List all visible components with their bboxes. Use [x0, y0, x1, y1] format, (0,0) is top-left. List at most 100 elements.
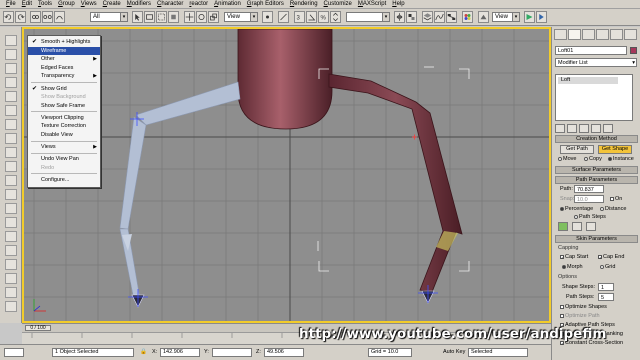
- menu-maxscript[interactable]: MAXScript: [358, 1, 386, 7]
- strip-tool-icon[interactable]: [5, 63, 17, 74]
- ctx-item-show-grid[interactable]: ✔ Show Grid: [28, 85, 100, 93]
- x-coord-field[interactable]: 142.906: [160, 348, 200, 357]
- strip-tool-icon[interactable]: [5, 259, 17, 270]
- modify-tab-icon[interactable]: [568, 29, 581, 40]
- rect-region-icon[interactable]: [156, 11, 167, 23]
- lock-selection-icon[interactable]: 🔒: [140, 349, 147, 355]
- optimize-path-checkbox[interactable]: Optimize Path: [560, 313, 600, 319]
- menu-help[interactable]: Help: [392, 1, 404, 7]
- maxscript-listener[interactable]: [4, 348, 24, 357]
- align-icon[interactable]: [406, 11, 417, 23]
- hierarchy-tab-icon[interactable]: [582, 29, 595, 40]
- ctx-item-disable-view[interactable]: Disable View: [28, 131, 100, 139]
- display-tab-icon[interactable]: [610, 29, 623, 40]
- perspective-viewport[interactable]: [22, 27, 551, 323]
- y-coord-field[interactable]: [212, 348, 252, 357]
- strip-tool-icon[interactable]: [5, 175, 17, 186]
- menu-file[interactable]: File: [6, 1, 16, 7]
- snap-on-checkbox[interactable]: On: [610, 196, 622, 202]
- strip-tool-icon[interactable]: [5, 105, 17, 116]
- configure-modifier-sets-icon[interactable]: [603, 124, 613, 133]
- percentage-radio[interactable]: Percentage: [560, 206, 593, 212]
- undo-icon[interactable]: [3, 11, 14, 23]
- ctx-item-other[interactable]: Other ▶: [28, 55, 100, 63]
- spinner-snap-icon[interactable]: [330, 11, 341, 23]
- object-name-field[interactable]: Loft01: [555, 46, 627, 55]
- motion-tab-icon[interactable]: [596, 29, 609, 40]
- angle-snap-icon[interactable]: [306, 11, 317, 23]
- quick-render-icon[interactable]: [524, 11, 535, 23]
- ctx-item-views[interactable]: Views ▶: [28, 143, 100, 151]
- render-last-icon[interactable]: [536, 11, 547, 23]
- pin-stack-icon[interactable]: [555, 124, 565, 133]
- ctx-item-transparency[interactable]: Transparency ▶: [28, 72, 100, 80]
- menu-animation[interactable]: Animation: [214, 1, 241, 7]
- curve-editor-icon[interactable]: [434, 11, 445, 23]
- strip-tool-icon[interactable]: [5, 119, 17, 130]
- z-coord-field[interactable]: 49.506: [264, 348, 304, 357]
- menu-rendering[interactable]: Rendering: [290, 1, 318, 7]
- grid-radio[interactable]: Grid: [600, 264, 615, 270]
- get-shape-button[interactable]: Get Shape: [598, 145, 632, 154]
- selection-filter[interactable]: All ▾: [90, 12, 128, 22]
- snap-toggle-icon[interactable]: 3: [294, 11, 305, 23]
- creation-method-rollout[interactable]: Creation Method: [555, 135, 638, 143]
- make-unique-icon[interactable]: [579, 124, 589, 133]
- create-tab-icon[interactable]: [554, 29, 567, 40]
- strip-tool-icon[interactable]: [5, 35, 17, 46]
- loft-leg-right[interactable]: [328, 73, 463, 293]
- utilities-tab-icon[interactable]: [624, 29, 637, 40]
- path-value-field[interactable]: 70.837: [574, 185, 604, 193]
- get-path-button[interactable]: Get Path: [560, 145, 594, 154]
- ctx-item-edged-faces[interactable]: Edged Faces: [28, 64, 100, 72]
- menu-create[interactable]: Create: [103, 1, 121, 7]
- select-object-icon[interactable]: [132, 11, 143, 23]
- strip-tool-icon[interactable]: [5, 147, 17, 158]
- unlink-icon[interactable]: [42, 11, 53, 23]
- redo-icon[interactable]: [15, 11, 26, 23]
- menu-reactor[interactable]: reactor: [189, 1, 208, 7]
- object-color-swatch[interactable]: [630, 47, 637, 54]
- show-end-result-icon[interactable]: [567, 124, 577, 133]
- ctx-item-show-background[interactable]: Show Background: [28, 93, 100, 101]
- ctx-item-wireframe[interactable]: Wireframe: [28, 46, 100, 55]
- cap-end-checkbox[interactable]: Cap End: [598, 254, 624, 260]
- time-slider-thumb[interactable]: 0 / 100: [25, 325, 51, 331]
- strip-tool-icon[interactable]: [5, 49, 17, 60]
- body-capsule[interactable]: [237, 29, 333, 130]
- strip-tool-icon[interactable]: [5, 161, 17, 172]
- strip-tool-icon[interactable]: [5, 231, 17, 242]
- material-editor-icon[interactable]: [462, 11, 473, 23]
- schematic-view-icon[interactable]: [446, 11, 457, 23]
- layer-manager-icon[interactable]: [422, 11, 433, 23]
- loft-leg-left-upper[interactable]: [135, 81, 241, 126]
- stack-entry-loft[interactable]: Loft: [558, 77, 618, 84]
- mirror-icon[interactable]: [394, 11, 405, 23]
- menu-edit[interactable]: Edit: [22, 1, 32, 7]
- select-manipulate-icon[interactable]: [278, 11, 289, 23]
- scale-icon[interactable]: [208, 11, 219, 23]
- bind-spacewarp-icon[interactable]: [54, 11, 65, 23]
- render-setup-icon[interactable]: [478, 11, 489, 23]
- menu-graph-editors[interactable]: Graph Editors: [247, 1, 284, 7]
- modifier-list-dropdown[interactable]: Modifier List ▾: [555, 58, 637, 67]
- modifier-stack[interactable]: Loft: [555, 74, 633, 121]
- shape-steps-field[interactable]: 1: [598, 283, 614, 291]
- strip-tool-icon[interactable]: [5, 189, 17, 200]
- path-steps-radio[interactable]: Path Steps: [574, 214, 606, 220]
- ctx-item-undo-view-pan[interactable]: Undo View Pan: [28, 155, 100, 163]
- optimize-shapes-checkbox[interactable]: Optimize Shapes: [560, 304, 607, 310]
- percent-snap-icon[interactable]: %: [318, 11, 329, 23]
- select-link-icon[interactable]: [30, 11, 41, 23]
- loft-leg-left-middle[interactable]: [119, 116, 147, 230]
- window-crossing-icon[interactable]: [168, 11, 179, 23]
- strip-tool-icon[interactable]: [5, 203, 17, 214]
- named-selection-sets[interactable]: ▾: [346, 12, 390, 22]
- ctx-item-viewport-clipping[interactable]: Viewport Clipping: [28, 114, 100, 122]
- strip-tool-icon[interactable]: [5, 217, 17, 228]
- strip-tool-icon[interactable]: [5, 133, 17, 144]
- morph-radio[interactable]: Morph: [562, 264, 583, 270]
- instance-radio[interactable]: Instance: [608, 156, 634, 162]
- cap-start-checkbox[interactable]: Cap Start: [560, 254, 588, 260]
- move-radio[interactable]: Move: [558, 156, 576, 162]
